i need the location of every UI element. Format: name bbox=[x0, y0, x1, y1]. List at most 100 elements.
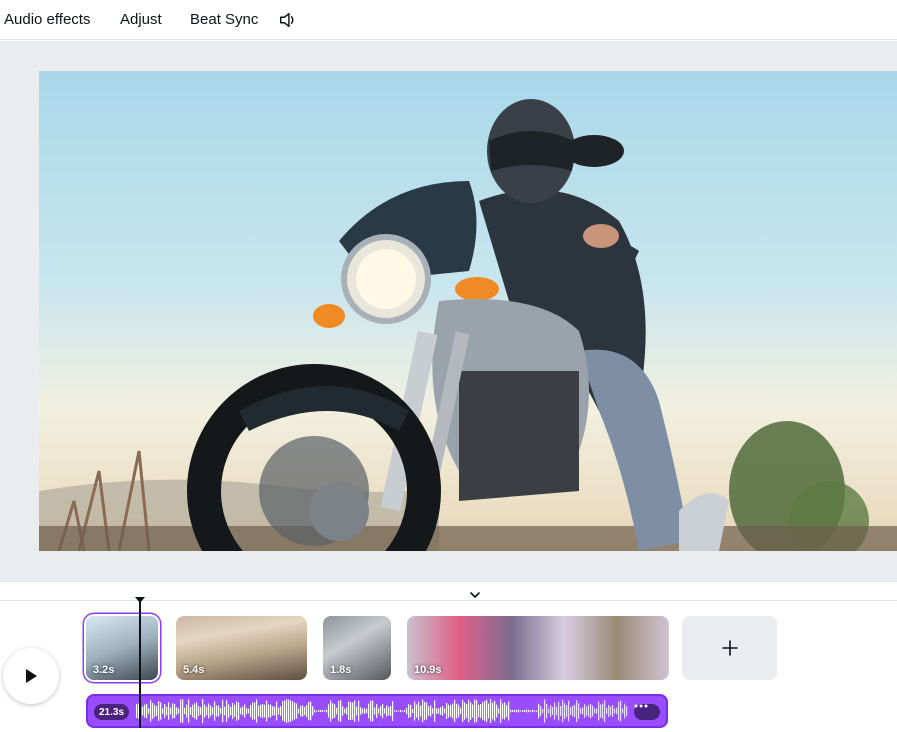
waveform-bar bbox=[298, 708, 300, 714]
waveform-bar bbox=[386, 705, 388, 717]
waveform-bar bbox=[434, 700, 436, 722]
video-preview[interactable] bbox=[39, 71, 897, 551]
waveform-bar bbox=[494, 700, 496, 722]
timeline-clip-4[interactable]: 10.9s bbox=[407, 616, 669, 680]
audio-more-button[interactable] bbox=[634, 704, 660, 720]
waveform-bar bbox=[560, 705, 562, 717]
waveform-bar bbox=[586, 706, 588, 716]
waveform-bar bbox=[566, 705, 568, 717]
waveform-bar bbox=[158, 701, 160, 721]
waveform-bar bbox=[620, 700, 622, 722]
waveform-bar bbox=[328, 704, 330, 718]
waveform-bar bbox=[396, 710, 398, 712]
waveform-bar bbox=[346, 707, 348, 715]
waveform-bar bbox=[296, 703, 298, 719]
waveform-bar bbox=[156, 706, 158, 716]
waveform-bar bbox=[454, 699, 456, 723]
more-horizontal-icon bbox=[634, 704, 648, 708]
waveform-bar bbox=[506, 705, 508, 717]
waveform-bar bbox=[332, 703, 334, 719]
editor-toolbar: Audio effects Adjust Beat Sync bbox=[0, 0, 897, 40]
playhead[interactable] bbox=[139, 600, 141, 728]
waveform-bar bbox=[576, 700, 578, 722]
audio-track[interactable]: 21.3s bbox=[86, 694, 668, 728]
waveform-bar bbox=[350, 702, 352, 720]
canvas-area bbox=[0, 41, 897, 582]
waveform-bar bbox=[380, 706, 382, 716]
waveform-bar bbox=[524, 710, 526, 712]
waveform-bar bbox=[574, 704, 576, 718]
waveform-bar bbox=[440, 707, 442, 715]
waveform-bar bbox=[204, 704, 206, 718]
waveform-bar bbox=[512, 709, 514, 713]
waveform-bar bbox=[370, 700, 372, 722]
waveform-bar bbox=[340, 700, 342, 722]
waveform-bar bbox=[360, 707, 362, 715]
waveform-bar bbox=[486, 699, 488, 723]
waveform-bar bbox=[420, 705, 422, 717]
waveform-bar bbox=[356, 706, 358, 716]
waveform-bar bbox=[290, 700, 292, 722]
waveform-bar bbox=[234, 704, 236, 718]
waveform-bar bbox=[588, 704, 590, 718]
waveform-bar bbox=[518, 709, 520, 713]
waveform-bar bbox=[154, 704, 156, 718]
waveform-bar bbox=[616, 707, 618, 715]
waveform-bar bbox=[324, 710, 326, 712]
waveform-bar bbox=[460, 707, 462, 715]
waveform-bar bbox=[416, 704, 418, 718]
waveform-bar bbox=[442, 705, 444, 717]
adjust-button[interactable]: Adjust bbox=[116, 4, 166, 36]
waveform-bar bbox=[270, 704, 272, 718]
waveform-bar bbox=[526, 709, 528, 713]
waveform-bar bbox=[604, 699, 606, 723]
plus-icon bbox=[721, 640, 738, 656]
timeline-clip-1[interactable]: 3.2s bbox=[86, 616, 158, 680]
waveform-bar bbox=[466, 704, 468, 718]
waveform-bar bbox=[610, 706, 612, 716]
waveform-bar bbox=[334, 704, 336, 718]
waveform-bar bbox=[568, 700, 570, 722]
waveform-bar bbox=[274, 706, 276, 716]
waveform-bar bbox=[612, 705, 614, 717]
timeline-clip-3[interactable]: 1.8s bbox=[323, 616, 391, 680]
waveform-bar bbox=[476, 700, 478, 722]
beat-sync-button[interactable]: Beat Sync bbox=[186, 4, 262, 36]
waveform-bar bbox=[546, 703, 548, 719]
play-button[interactable] bbox=[3, 648, 59, 704]
waveform-bar bbox=[182, 699, 184, 723]
waveform-bar bbox=[316, 710, 318, 712]
waveform-bar bbox=[390, 706, 392, 716]
add-clip-button[interactable] bbox=[682, 616, 777, 680]
waveform-bar bbox=[614, 708, 616, 714]
clip-duration: 10.9s bbox=[414, 664, 442, 676]
waveform-bar bbox=[166, 706, 168, 716]
waveform-bar bbox=[372, 700, 374, 722]
waveform-bar bbox=[286, 699, 288, 723]
timeline-clip-2[interactable]: 5.4s bbox=[176, 616, 307, 680]
volume-button[interactable] bbox=[274, 4, 302, 36]
waveform-bar bbox=[464, 702, 466, 720]
waveform-bar bbox=[240, 707, 242, 715]
waveform-bar bbox=[438, 708, 440, 714]
waveform-bar bbox=[378, 708, 380, 714]
waveform-bar bbox=[232, 702, 234, 720]
waveform-bar bbox=[226, 700, 228, 722]
play-icon bbox=[26, 669, 37, 683]
waveform-bar bbox=[626, 706, 628, 716]
waveform-bar bbox=[266, 700, 268, 722]
waveform-bar bbox=[480, 704, 482, 718]
waveform-bar bbox=[282, 701, 284, 721]
waveform-bar bbox=[212, 707, 214, 715]
audio-effects-button[interactable]: Audio effects bbox=[0, 4, 94, 36]
waveform-bar bbox=[366, 708, 368, 714]
waveform-bar bbox=[508, 701, 510, 721]
waveform-bar bbox=[280, 706, 282, 716]
audio-duration: 21.3s bbox=[94, 704, 130, 720]
waveform-bar bbox=[210, 705, 212, 717]
waveform-bar bbox=[260, 704, 262, 718]
waveform-bar bbox=[404, 710, 406, 712]
waveform-bar bbox=[268, 704, 270, 718]
waveform-bar bbox=[580, 708, 582, 714]
waveform-bar bbox=[408, 704, 410, 718]
